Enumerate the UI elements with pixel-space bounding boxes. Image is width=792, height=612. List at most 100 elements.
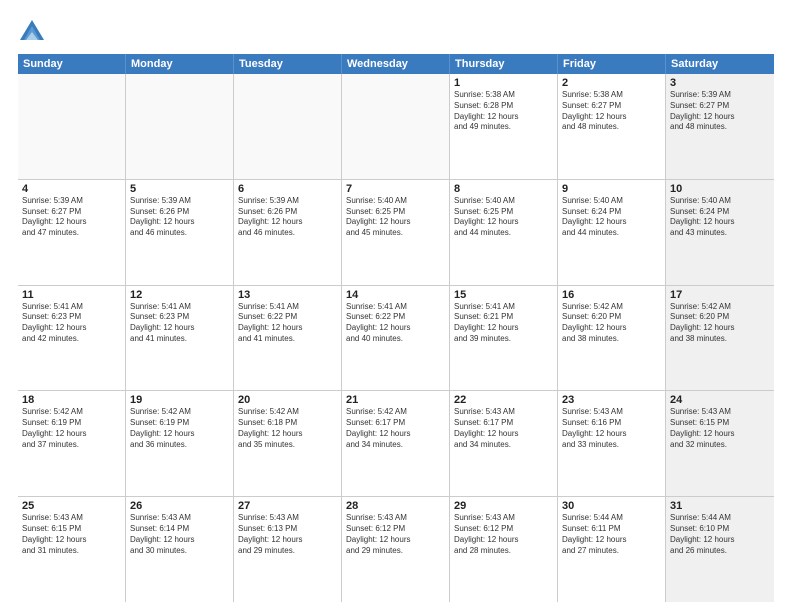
day-number: 17 xyxy=(670,289,770,301)
day-number: 20 xyxy=(238,394,337,406)
day-number: 23 xyxy=(562,394,661,406)
calendar-cell: 24Sunrise: 5:43 AM Sunset: 6:15 PM Dayli… xyxy=(666,391,774,496)
cell-info: Sunrise: 5:40 AM Sunset: 6:24 PM Dayligh… xyxy=(670,196,770,239)
calendar-cell: 13Sunrise: 5:41 AM Sunset: 6:22 PM Dayli… xyxy=(234,286,342,391)
cell-info: Sunrise: 5:43 AM Sunset: 6:12 PM Dayligh… xyxy=(346,513,445,556)
calendar-cell: 11Sunrise: 5:41 AM Sunset: 6:23 PM Dayli… xyxy=(18,286,126,391)
cell-info: Sunrise: 5:43 AM Sunset: 6:16 PM Dayligh… xyxy=(562,407,661,450)
calendar-cell: 1Sunrise: 5:38 AM Sunset: 6:28 PM Daylig… xyxy=(450,74,558,179)
header xyxy=(18,18,774,46)
calendar-body: 1Sunrise: 5:38 AM Sunset: 6:28 PM Daylig… xyxy=(18,74,774,602)
calendar-cell: 29Sunrise: 5:43 AM Sunset: 6:12 PM Dayli… xyxy=(450,497,558,602)
day-number: 26 xyxy=(130,500,229,512)
logo-icon xyxy=(18,18,46,46)
day-number: 18 xyxy=(22,394,121,406)
calendar-week-3: 11Sunrise: 5:41 AM Sunset: 6:23 PM Dayli… xyxy=(18,286,774,392)
calendar-cell: 21Sunrise: 5:42 AM Sunset: 6:17 PM Dayli… xyxy=(342,391,450,496)
cell-info: Sunrise: 5:38 AM Sunset: 6:28 PM Dayligh… xyxy=(454,90,553,133)
cell-info: Sunrise: 5:43 AM Sunset: 6:15 PM Dayligh… xyxy=(670,407,770,450)
calendar-cell: 18Sunrise: 5:42 AM Sunset: 6:19 PM Dayli… xyxy=(18,391,126,496)
cell-info: Sunrise: 5:39 AM Sunset: 6:27 PM Dayligh… xyxy=(22,196,121,239)
calendar-week-1: 1Sunrise: 5:38 AM Sunset: 6:28 PM Daylig… xyxy=(18,74,774,180)
calendar-cell: 22Sunrise: 5:43 AM Sunset: 6:17 PM Dayli… xyxy=(450,391,558,496)
cell-info: Sunrise: 5:42 AM Sunset: 6:18 PM Dayligh… xyxy=(238,407,337,450)
day-number: 19 xyxy=(130,394,229,406)
calendar-week-2: 4Sunrise: 5:39 AM Sunset: 6:27 PM Daylig… xyxy=(18,180,774,286)
calendar-cell: 17Sunrise: 5:42 AM Sunset: 6:20 PM Dayli… xyxy=(666,286,774,391)
day-number: 10 xyxy=(670,183,770,195)
day-number: 9 xyxy=(562,183,661,195)
day-number: 25 xyxy=(22,500,121,512)
calendar-cell xyxy=(342,74,450,179)
calendar-cell: 14Sunrise: 5:41 AM Sunset: 6:22 PM Dayli… xyxy=(342,286,450,391)
calendar-cell xyxy=(18,74,126,179)
day-number: 12 xyxy=(130,289,229,301)
day-number: 29 xyxy=(454,500,553,512)
header-day-sunday: Sunday xyxy=(18,54,126,74)
cell-info: Sunrise: 5:42 AM Sunset: 6:19 PM Dayligh… xyxy=(22,407,121,450)
cell-info: Sunrise: 5:42 AM Sunset: 6:20 PM Dayligh… xyxy=(562,302,661,345)
logo xyxy=(18,18,48,46)
calendar-cell: 20Sunrise: 5:42 AM Sunset: 6:18 PM Dayli… xyxy=(234,391,342,496)
calendar-cell: 26Sunrise: 5:43 AM Sunset: 6:14 PM Dayli… xyxy=(126,497,234,602)
cell-info: Sunrise: 5:43 AM Sunset: 6:15 PM Dayligh… xyxy=(22,513,121,556)
cell-info: Sunrise: 5:44 AM Sunset: 6:11 PM Dayligh… xyxy=(562,513,661,556)
day-number: 22 xyxy=(454,394,553,406)
day-number: 2 xyxy=(562,77,661,89)
calendar-cell xyxy=(126,74,234,179)
calendar-cell: 6Sunrise: 5:39 AM Sunset: 6:26 PM Daylig… xyxy=(234,180,342,285)
day-number: 30 xyxy=(562,500,661,512)
calendar-cell: 10Sunrise: 5:40 AM Sunset: 6:24 PM Dayli… xyxy=(666,180,774,285)
header-day-saturday: Saturday xyxy=(666,54,774,74)
cell-info: Sunrise: 5:40 AM Sunset: 6:25 PM Dayligh… xyxy=(454,196,553,239)
cell-info: Sunrise: 5:41 AM Sunset: 6:21 PM Dayligh… xyxy=(454,302,553,345)
header-day-monday: Monday xyxy=(126,54,234,74)
calendar-cell: 3Sunrise: 5:39 AM Sunset: 6:27 PM Daylig… xyxy=(666,74,774,179)
calendar-cell: 7Sunrise: 5:40 AM Sunset: 6:25 PM Daylig… xyxy=(342,180,450,285)
cell-info: Sunrise: 5:42 AM Sunset: 6:19 PM Dayligh… xyxy=(130,407,229,450)
header-day-thursday: Thursday xyxy=(450,54,558,74)
cell-info: Sunrise: 5:40 AM Sunset: 6:24 PM Dayligh… xyxy=(562,196,661,239)
day-number: 21 xyxy=(346,394,445,406)
calendar-cell: 25Sunrise: 5:43 AM Sunset: 6:15 PM Dayli… xyxy=(18,497,126,602)
cell-info: Sunrise: 5:41 AM Sunset: 6:23 PM Dayligh… xyxy=(130,302,229,345)
cell-info: Sunrise: 5:39 AM Sunset: 6:26 PM Dayligh… xyxy=(238,196,337,239)
day-number: 11 xyxy=(22,289,121,301)
day-number: 14 xyxy=(346,289,445,301)
calendar-week-4: 18Sunrise: 5:42 AM Sunset: 6:19 PM Dayli… xyxy=(18,391,774,497)
cell-info: Sunrise: 5:42 AM Sunset: 6:20 PM Dayligh… xyxy=(670,302,770,345)
calendar: SundayMondayTuesdayWednesdayThursdayFrid… xyxy=(18,54,774,602)
calendar-cell: 4Sunrise: 5:39 AM Sunset: 6:27 PM Daylig… xyxy=(18,180,126,285)
calendar-cell: 27Sunrise: 5:43 AM Sunset: 6:13 PM Dayli… xyxy=(234,497,342,602)
calendar-cell: 15Sunrise: 5:41 AM Sunset: 6:21 PM Dayli… xyxy=(450,286,558,391)
cell-info: Sunrise: 5:38 AM Sunset: 6:27 PM Dayligh… xyxy=(562,90,661,133)
day-number: 27 xyxy=(238,500,337,512)
cell-info: Sunrise: 5:41 AM Sunset: 6:22 PM Dayligh… xyxy=(238,302,337,345)
calendar-cell: 31Sunrise: 5:44 AM Sunset: 6:10 PM Dayli… xyxy=(666,497,774,602)
calendar-cell: 5Sunrise: 5:39 AM Sunset: 6:26 PM Daylig… xyxy=(126,180,234,285)
day-number: 8 xyxy=(454,183,553,195)
day-number: 4 xyxy=(22,183,121,195)
day-number: 15 xyxy=(454,289,553,301)
day-number: 16 xyxy=(562,289,661,301)
header-day-friday: Friday xyxy=(558,54,666,74)
day-number: 7 xyxy=(346,183,445,195)
calendar-cell: 16Sunrise: 5:42 AM Sunset: 6:20 PM Dayli… xyxy=(558,286,666,391)
calendar-cell: 30Sunrise: 5:44 AM Sunset: 6:11 PM Dayli… xyxy=(558,497,666,602)
day-number: 5 xyxy=(130,183,229,195)
cell-info: Sunrise: 5:44 AM Sunset: 6:10 PM Dayligh… xyxy=(670,513,770,556)
cell-info: Sunrise: 5:43 AM Sunset: 6:17 PM Dayligh… xyxy=(454,407,553,450)
calendar-cell: 28Sunrise: 5:43 AM Sunset: 6:12 PM Dayli… xyxy=(342,497,450,602)
calendar-cell: 23Sunrise: 5:43 AM Sunset: 6:16 PM Dayli… xyxy=(558,391,666,496)
day-number: 28 xyxy=(346,500,445,512)
cell-info: Sunrise: 5:39 AM Sunset: 6:26 PM Dayligh… xyxy=(130,196,229,239)
cell-info: Sunrise: 5:41 AM Sunset: 6:22 PM Dayligh… xyxy=(346,302,445,345)
calendar-cell: 8Sunrise: 5:40 AM Sunset: 6:25 PM Daylig… xyxy=(450,180,558,285)
day-number: 6 xyxy=(238,183,337,195)
cell-info: Sunrise: 5:41 AM Sunset: 6:23 PM Dayligh… xyxy=(22,302,121,345)
calendar-header: SundayMondayTuesdayWednesdayThursdayFrid… xyxy=(18,54,774,74)
day-number: 24 xyxy=(670,394,770,406)
calendar-cell: 9Sunrise: 5:40 AM Sunset: 6:24 PM Daylig… xyxy=(558,180,666,285)
calendar-cell: 19Sunrise: 5:42 AM Sunset: 6:19 PM Dayli… xyxy=(126,391,234,496)
day-number: 3 xyxy=(670,77,770,89)
